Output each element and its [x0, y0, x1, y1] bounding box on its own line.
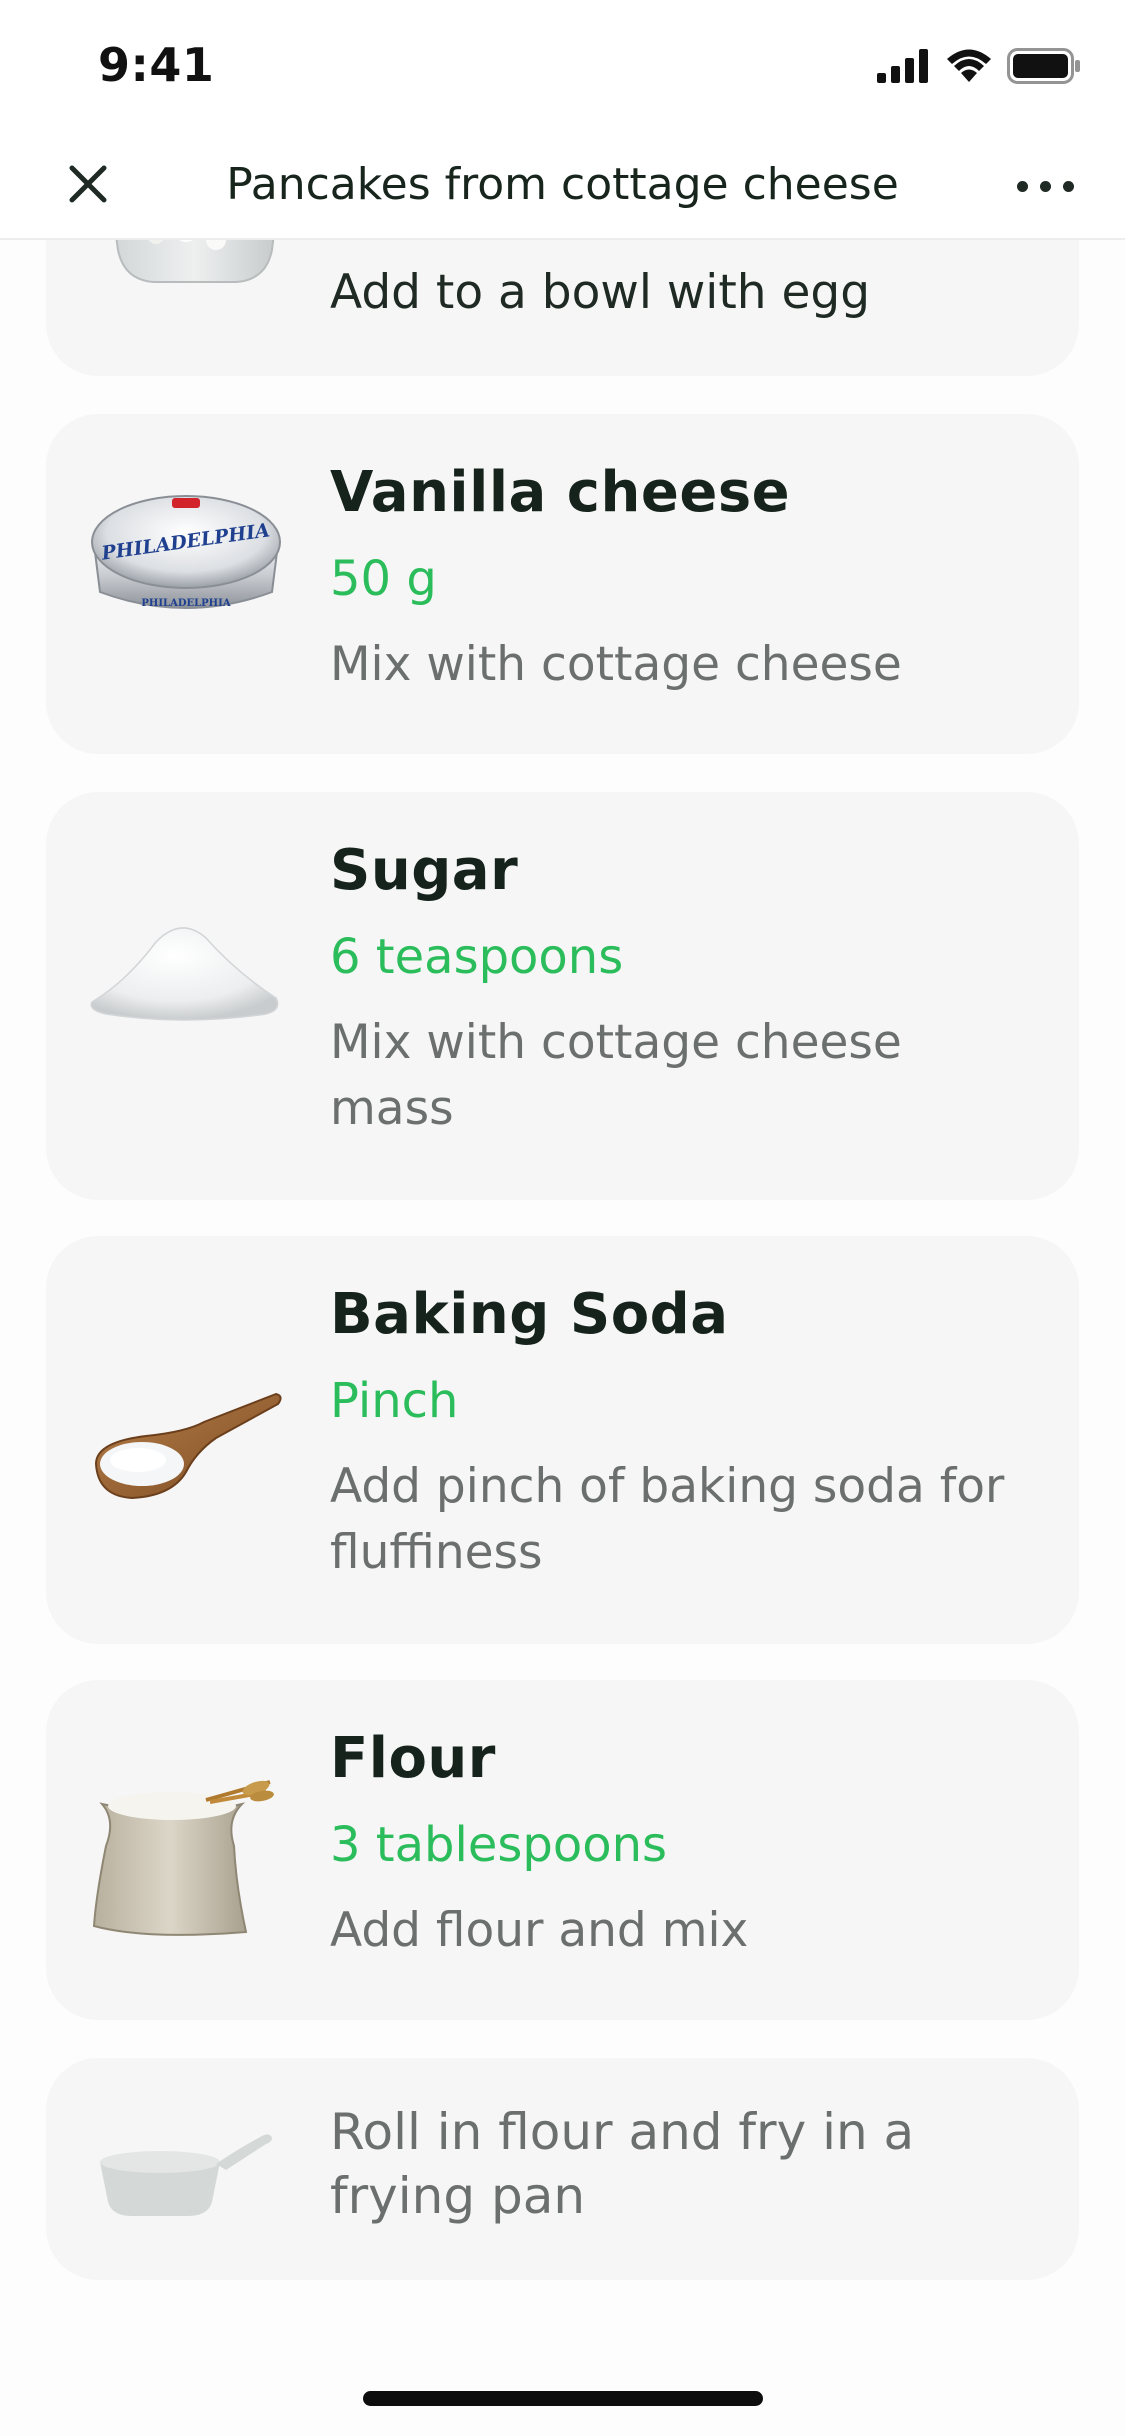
ingredient-description: Mix with cottage cheese: [330, 637, 902, 692]
more-horizontal-icon: [1016, 180, 1028, 192]
recipe-ingredients-screen: Add to a bowl with egg PHILADELPHIA PHIL…: [0, 0, 1125, 2436]
flour-sack-image: [86, 1776, 286, 1976]
status-bar: 9:41: [0, 0, 1125, 132]
ingredient-text: Sugar 6 teaspoons Mix with cottage chees…: [330, 836, 1029, 1142]
ingredient-text: Flour 3 tablespoons Add flour and mix: [330, 1724, 1029, 1964]
frying-pan-icon: [86, 2120, 286, 2230]
ingredient-card-sugar[interactable]: Sugar 6 teaspoons Mix with cottage chees…: [46, 792, 1079, 1200]
tub-side-text: PHILADELPHIA: [141, 598, 230, 609]
status-time: 9:41: [98, 38, 215, 92]
ingredient-card-vanilla-cheese[interactable]: PHILADELPHIA PHILADELPHIA Vanilla cheese…: [46, 414, 1079, 754]
cream-cheese-tub-image: PHILADELPHIA PHILADELPHIA: [86, 484, 286, 684]
battery-icon: [1007, 48, 1081, 88]
ingredient-quantity: 50 g: [330, 551, 437, 607]
page-title: Pancakes from cottage cheese: [226, 159, 899, 210]
close-button[interactable]: [58, 156, 118, 216]
home-indicator[interactable]: [363, 2391, 763, 2406]
baking-soda-spoon-image: [86, 1392, 286, 1592]
ingredient-name: Flour: [330, 1726, 496, 1791]
step-description: Roll in flour and fry in a frying pan: [330, 2103, 915, 2225]
status-icons: [877, 48, 1081, 88]
ingredient-name: Vanilla cheese: [330, 460, 791, 525]
ingredient-card-flour[interactable]: Flour 3 tablespoons Add flour and mix: [46, 1680, 1079, 2020]
step-card-fry[interactable]: Roll in flour and fry in a frying pan: [46, 2058, 1079, 2280]
ingredient-description: Mix with cottage cheese mass: [330, 1015, 902, 1136]
step-description: Add to a bowl with egg: [330, 265, 871, 320]
more-options-button[interactable]: [1005, 156, 1085, 216]
close-icon: [66, 162, 110, 210]
ingredient-text: Baking Soda Pinch Add pinch of baking so…: [330, 1280, 1029, 1586]
cellular-signal-icon: [877, 49, 931, 87]
step-text: Add to a bowl with egg: [330, 260, 1029, 326]
ingredient-description: Add flour and mix: [330, 1903, 749, 1958]
ingredient-card-baking-soda[interactable]: Baking Soda Pinch Add pinch of baking so…: [46, 1236, 1079, 1644]
ingredient-quantity: 3 tablespoons: [330, 1817, 668, 1873]
sugar-pile-image: [86, 902, 286, 1102]
ingredient-description: Add pinch of baking soda for fluffiness: [330, 1459, 1005, 1580]
ingredient-text: Vanilla cheese 50 g Mix with cottage che…: [330, 458, 1029, 698]
step-text: Roll in flour and fry in a frying pan: [330, 2100, 1029, 2228]
more-horizontal-icon: [1039, 180, 1051, 192]
ingredient-name: Baking Soda: [330, 1282, 729, 1347]
ingredient-quantity: Pinch: [330, 1373, 459, 1429]
navigation-bar: Pancakes from cottage cheese: [0, 132, 1125, 240]
wifi-icon: [945, 48, 993, 88]
ingredient-name: Sugar: [330, 838, 519, 903]
ingredient-quantity: 6 teaspoons: [330, 929, 624, 985]
more-horizontal-icon: [1062, 180, 1074, 192]
